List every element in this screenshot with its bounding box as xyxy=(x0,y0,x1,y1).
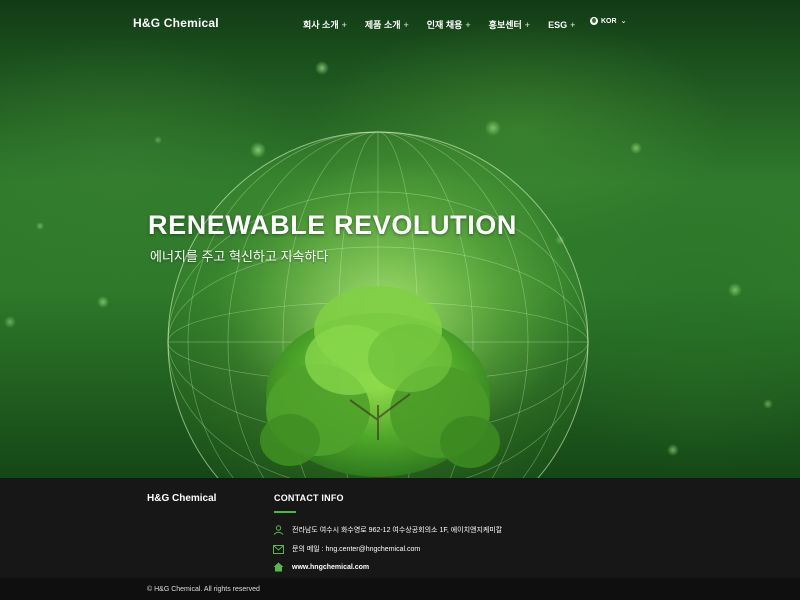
nav-item-esg[interactable]: ESG + xyxy=(548,18,575,31)
footer-brand: H&G Chemical xyxy=(147,493,217,504)
plus-icon: + xyxy=(524,19,531,30)
main-menu: 회사 소개 + 제품 소개 + 인재 채용 + 홍보센터 + ESG + xyxy=(303,18,575,31)
language-selector[interactable]: KOR ⌄ xyxy=(590,17,626,25)
plus-icon: + xyxy=(465,19,471,30)
nav-item-products[interactable]: 제품 소개 + xyxy=(365,18,409,31)
plus-icon: + xyxy=(341,19,347,30)
contact-email-row: 문의 메일 : hng.center@hngchemical.com xyxy=(273,544,420,554)
nav-item-label: ESG xyxy=(548,19,568,30)
nav-item-label: 제품 소개 xyxy=(364,20,401,30)
nav-item-label: 홍보센터 xyxy=(488,20,522,30)
contact-address-row: 전라남도 여수시 화수영로 962-12 여수상공회의소 1F, 에이치앤지케미… xyxy=(273,525,502,535)
contact-info-title: CONTACT INFO xyxy=(274,493,344,503)
envelope-icon xyxy=(273,544,284,554)
copyright-text: © H&G Chemical. All rights reserved xyxy=(147,586,260,593)
nav-item-careers[interactable]: 인재 채용 + xyxy=(427,18,471,31)
nav-item-label: 인재 채용 xyxy=(426,20,463,30)
site-footer: H&G Chemical CONTACT INFO 전라남도 여수시 화수영로 … xyxy=(0,478,800,578)
copyright-bar: © H&G Chemical. All rights reserved xyxy=(0,578,800,600)
nav-item-pr-center[interactable]: 홍보센터 + xyxy=(489,18,530,31)
person-pin-icon xyxy=(273,525,284,535)
globe-icon xyxy=(590,17,598,25)
contact-website-row: www.hngchemical.com xyxy=(273,562,369,572)
contact-title-underline xyxy=(274,511,296,513)
plus-icon: + xyxy=(570,19,576,30)
nav-item-label: 회사 소개 xyxy=(303,20,339,30)
home-icon xyxy=(273,562,284,572)
chevron-down-icon: ⌄ xyxy=(620,18,627,25)
contact-address: 전라남도 여수시 화수영로 962-12 여수상공회의소 1F, 에이치앤지케미… xyxy=(292,527,503,534)
hero-subheadline: 에너지를 주고 혁신하고 지속하다 xyxy=(150,249,329,264)
contact-website[interactable]: www.hngchemical.com xyxy=(292,564,369,571)
plus-icon: + xyxy=(403,19,409,30)
nav-item-company[interactable]: 회사 소개 + xyxy=(303,18,347,31)
hero-headline: RENEWABLE REVOLUTION xyxy=(148,210,518,240)
site-logo[interactable]: H&G Chemical xyxy=(133,16,219,30)
language-label: KOR xyxy=(601,17,617,25)
contact-email[interactable]: 문의 메일 : hng.center@hngchemical.com xyxy=(292,544,420,554)
hero-banner: H&G Chemical 회사 소개 + 제품 소개 + 인재 채용 + 홍보센… xyxy=(0,0,800,478)
top-navigation: H&G Chemical 회사 소개 + 제품 소개 + 인재 채용 + 홍보센… xyxy=(0,0,800,48)
